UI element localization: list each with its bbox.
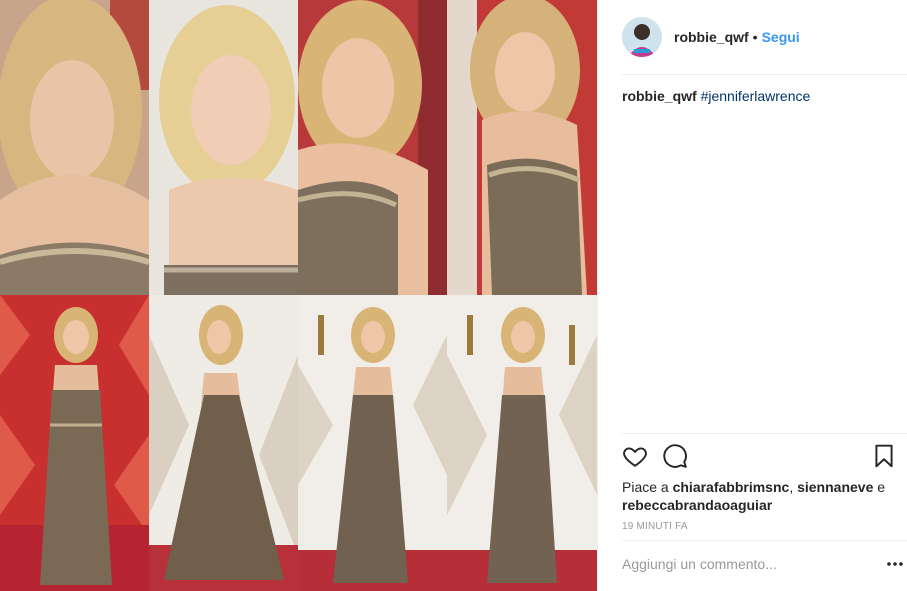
photo-closeup-3	[298, 0, 447, 295]
author-username[interactable]: robbie_qwf	[674, 29, 749, 45]
photo-fulllength-4	[447, 295, 597, 591]
caption-username[interactable]: robbie_qwf	[622, 88, 697, 104]
header-separator: •	[752, 29, 758, 45]
avatar[interactable]	[622, 17, 662, 57]
comment-input[interactable]	[622, 556, 862, 572]
likes-summary: Piace a chiarafabbrimsnc, siennaneve e r…	[622, 478, 892, 514]
post-image-collage[interactable]	[0, 0, 597, 591]
comment-icon[interactable]	[662, 443, 688, 469]
likes-separator: ,	[789, 479, 798, 495]
more-options-icon[interactable]	[885, 556, 905, 572]
post-sidebar: robbie_qwf • Segui robbie_qwf #jenniferl…	[597, 0, 907, 591]
likes-conjunction: e	[873, 479, 886, 495]
liker-username[interactable]: rebeccabrandaoaguiar	[622, 497, 772, 513]
action-bar	[622, 443, 897, 471]
photo-closeup-1	[0, 0, 149, 295]
divider	[622, 433, 907, 434]
likes-prefix: Piace a	[622, 479, 673, 495]
photo-closeup-2	[149, 0, 298, 295]
liker-username[interactable]: chiarafabbrimsnc	[673, 479, 790, 495]
post-caption: robbie_qwf #jenniferlawrence	[622, 88, 810, 104]
divider	[622, 540, 907, 541]
liker-username[interactable]: siennaneve	[797, 479, 873, 495]
caption-hashtag[interactable]: #jenniferlawrence	[701, 88, 811, 104]
instagram-post: robbie_qwf • Segui robbie_qwf #jenniferl…	[0, 0, 907, 591]
post-timestamp[interactable]: 19 MINUTI FA	[622, 521, 688, 532]
divider	[622, 74, 907, 75]
photo-closeup-4	[447, 0, 597, 295]
post-header: robbie_qwf • Segui	[622, 16, 907, 58]
photo-fulllength-2	[149, 295, 298, 591]
bookmark-icon[interactable]	[871, 443, 897, 469]
photo-fulllength-3	[298, 295, 447, 591]
heart-icon[interactable]	[622, 443, 648, 469]
photo-fulllength-1	[0, 295, 149, 591]
follow-button[interactable]: Segui	[762, 29, 800, 45]
